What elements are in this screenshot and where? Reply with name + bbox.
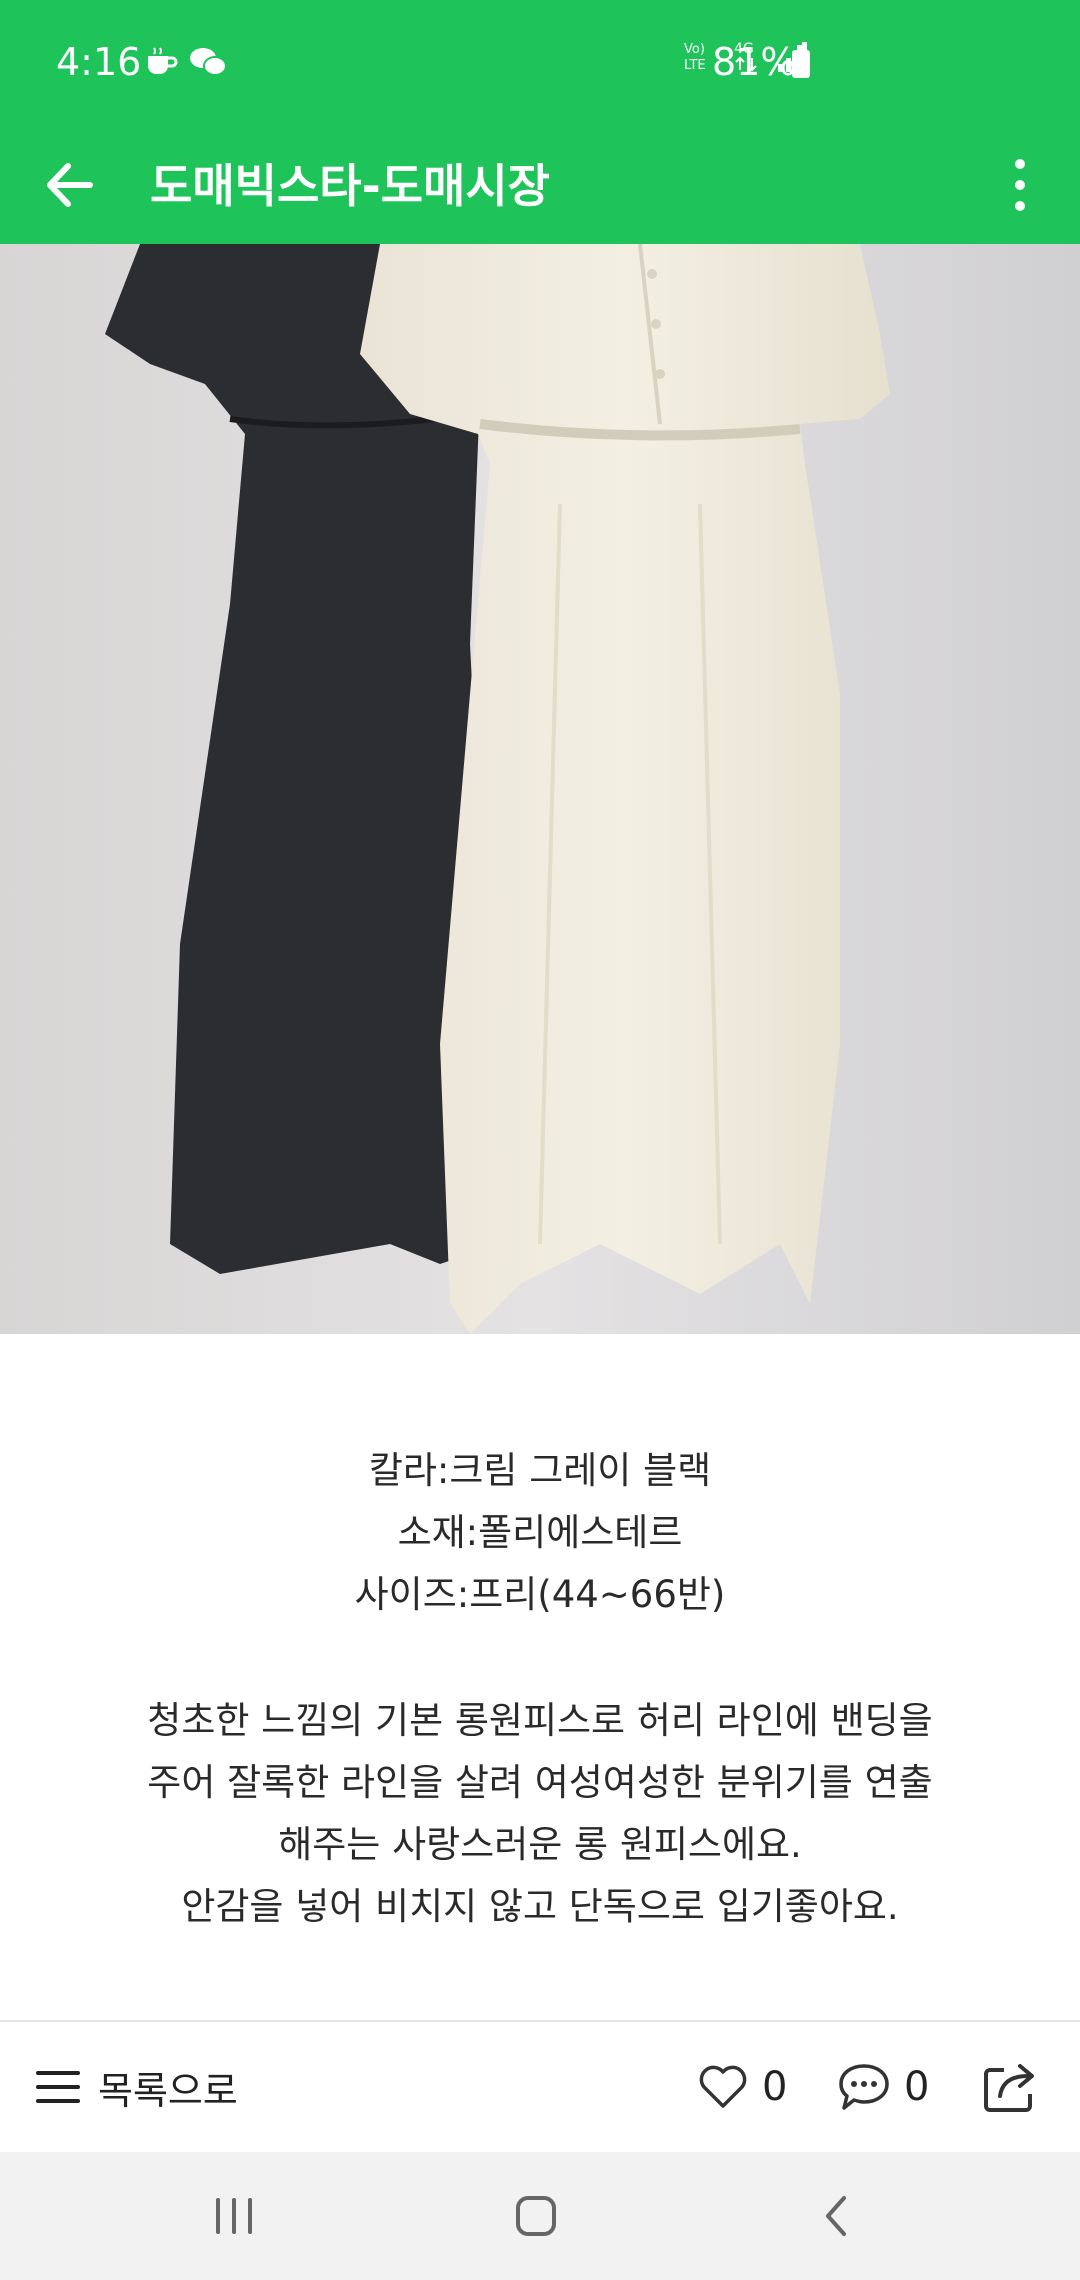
- comment-button[interactable]: 0: [838, 2052, 929, 2122]
- menu-icon: [36, 2071, 80, 2103]
- back-arrow-icon[interactable]: [36, 150, 106, 220]
- product-description: 칼라:크림 그레이 블랙 소재:폴리에스테르 사이즈:프리(44~66반) 청초…: [0, 1440, 1080, 1938]
- product-photo: [0, 244, 1080, 1334]
- description-line: 청초한 느낌의 기본 롱원피스로 허리 라인에 밴딩을: [147, 1699, 933, 1742]
- app-bar: 도매빅스타-도매시장: [0, 130, 1080, 244]
- description-line: 해주는 사랑스러운 롱 원피스에요.: [278, 1823, 802, 1866]
- spec-size: 사이즈:프리(44~66반): [354, 1573, 726, 1616]
- notification-icons: [144, 44, 228, 80]
- status-time: 4:16: [56, 40, 142, 84]
- comment-count: 0: [904, 2064, 930, 2110]
- battery-icon: [792, 45, 810, 78]
- more-vert-icon[interactable]: [1000, 150, 1040, 220]
- back-to-list-button[interactable]: 목록으로: [36, 2052, 238, 2122]
- battery-percentage: 81%: [712, 40, 797, 84]
- like-count: 0: [762, 2064, 788, 2110]
- app-title: 도매빅스타-도매시장: [150, 159, 550, 213]
- description-line: 안감을 넣어 비치지 않고 단독으로 입기좋아요.: [181, 1885, 899, 1928]
- heart-icon: [699, 2065, 747, 2108]
- comment-icon: [839, 2064, 889, 2110]
- status-bar: 4:16 Vo) LTE 4G 81%: [0, 0, 1080, 130]
- system-nav-bar: [0, 2152, 1080, 2280]
- recents-icon[interactable]: [204, 2186, 264, 2246]
- svg-text:LTE: LTE: [684, 58, 706, 73]
- share-icon[interactable]: [980, 2056, 1040, 2116]
- coffee-icon: [148, 47, 178, 74]
- description-line: 주어 잘록한 라인을 살려 여성여성한 분위기를 연출: [147, 1761, 933, 1804]
- spec-material: 소재:폴리에스테르: [397, 1511, 683, 1554]
- chat-icon: [190, 48, 227, 76]
- back-to-list-label: 목록으로: [98, 2068, 238, 2113]
- home-icon[interactable]: [506, 2186, 566, 2246]
- bottom-action-bar: 목록으로 0 0: [0, 2022, 1080, 2152]
- back-icon[interactable]: [808, 2186, 868, 2246]
- spec-color: 칼라:크림 그레이 블랙: [368, 1449, 712, 1492]
- like-button[interactable]: 0: [698, 2052, 787, 2122]
- svg-text:Vo): Vo): [684, 42, 705, 57]
